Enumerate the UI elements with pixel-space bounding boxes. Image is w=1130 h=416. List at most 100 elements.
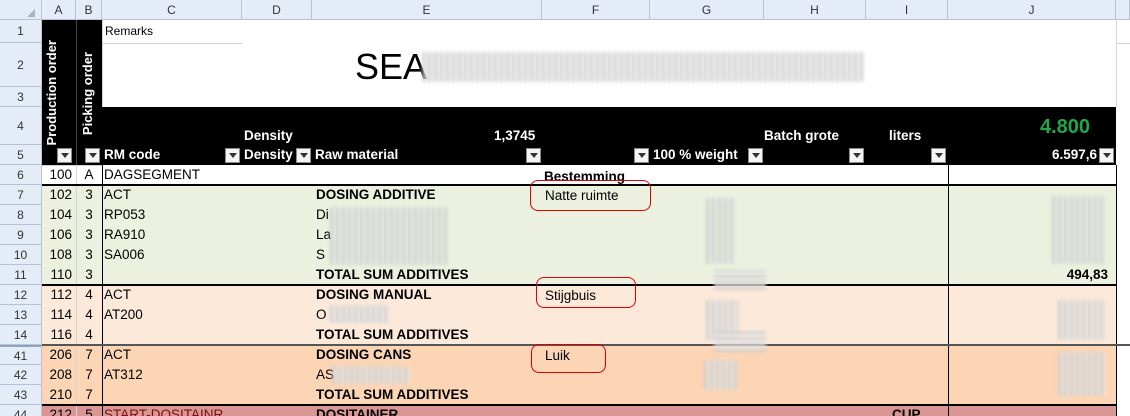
filter-dropdown-c[interactable] — [225, 148, 240, 163]
cell-production-order[interactable]: 116 — [42, 325, 72, 344]
row-header[interactable]: 13 — [0, 305, 42, 325]
row-header[interactable]: 44 — [0, 405, 42, 416]
filter-dropdown-e[interactable] — [526, 148, 541, 163]
cell-picking-order[interactable]: 7 — [76, 385, 102, 404]
cell-raw-material[interactable]: TOTAL SUM ADDITIVES — [316, 385, 469, 404]
cell-raw-material[interactable]: TOTAL SUM ADDITIVES — [316, 325, 469, 344]
cell-picking-order[interactable]: 3 — [76, 245, 102, 264]
filter-dropdown-d[interactable] — [296, 148, 311, 163]
row-header[interactable]: 8 — [0, 205, 42, 225]
cell-raw-material[interactable]: DOSING MANUAL — [316, 285, 432, 304]
cell-rm-code[interactable]: ACT — [104, 285, 131, 304]
liters-label: liters — [889, 128, 922, 143]
cell-picking-order[interactable]: 3 — [76, 225, 102, 244]
cell-production-order[interactable]: 106 — [42, 225, 72, 244]
row-header[interactable]: 12 — [0, 285, 42, 305]
cell-raw-material[interactable]: DOSITAINER — [316, 405, 398, 416]
row-header[interactable]: 41 — [0, 345, 42, 365]
redacted-weights — [706, 198, 736, 264]
cell-production-order[interactable]: 100 — [42, 165, 72, 184]
row-header[interactable]: 42 — [0, 365, 42, 385]
cell-picking-order[interactable]: 4 — [76, 325, 102, 344]
redacted-materials — [330, 305, 390, 323]
cell-production-order[interactable]: 208 — [42, 365, 72, 384]
annotation-highlight — [531, 344, 606, 373]
cell-production-order[interactable]: 110 — [42, 265, 72, 284]
cell-rm-code[interactable]: RP053 — [104, 205, 145, 224]
cell-production-order[interactable]: 102 — [42, 185, 72, 204]
cell-raw-material[interactable]: DOSING ADDITIVE — [316, 185, 436, 204]
annotation-highlight — [530, 180, 651, 211]
cell-picking-order[interactable]: 3 — [76, 265, 102, 284]
column-header-f[interactable]: F — [542, 0, 650, 20]
cell-production-order[interactable]: 114 — [42, 305, 72, 324]
batch-label: Batch grote — [764, 128, 840, 143]
cell-picking-order[interactable]: 7 — [76, 345, 102, 364]
cell-rm-code[interactable]: ACT — [104, 185, 131, 204]
cell-rm-code[interactable]: RA910 — [104, 225, 145, 244]
cell-raw-material[interactable]: O — [316, 305, 327, 324]
filter-sorted-dropdown-a[interactable] — [57, 148, 72, 163]
cell-raw-material[interactable]: S — [316, 245, 325, 264]
redacted-liters — [1058, 352, 1106, 396]
row-header[interactable]: 5 — [0, 145, 42, 165]
cell-rm-code[interactable]: AT312 — [104, 365, 143, 384]
cell-total-liters[interactable]: 494,83 — [948, 265, 1108, 284]
cell-picking-order[interactable]: 3 — [76, 205, 102, 224]
column-header-b[interactable]: B — [76, 0, 102, 20]
row-header[interactable]: 43 — [0, 385, 42, 405]
cell-picking-order[interactable]: 4 — [76, 285, 102, 304]
redacted-weights — [704, 360, 738, 390]
filter-dropdown-i[interactable] — [931, 148, 946, 163]
row-header[interactable]: 9 — [0, 225, 42, 245]
filter-dropdown-f[interactable] — [634, 148, 649, 163]
column-header-a[interactable]: A — [42, 0, 76, 20]
column-header-i[interactable]: I — [866, 0, 948, 20]
row-header[interactable]: 4 — [0, 107, 42, 145]
cell-picking-order[interactable]: A — [76, 165, 102, 184]
cell-raw-material[interactable]: TOTAL SUM ADDITIVES — [316, 265, 469, 284]
column-header-d[interactable]: D — [242, 0, 312, 20]
cell-picking-order[interactable]: 3 — [76, 185, 102, 204]
cell-raw-material[interactable]: La — [316, 225, 331, 244]
cell-raw-material[interactable]: Di — [316, 205, 329, 224]
cell-rm-code[interactable]: START-DOSITAINR — [104, 405, 223, 416]
cell-production-order[interactable]: 212 — [42, 405, 72, 416]
cell-production-order[interactable]: 206 — [42, 345, 72, 364]
redacted-title — [422, 52, 864, 82]
filter-dropdown-g[interactable] — [748, 148, 763, 163]
cell-picking-order[interactable]: 7 — [76, 365, 102, 384]
cell-picking-order[interactable]: 4 — [76, 305, 102, 324]
row-header[interactable]: 7 — [0, 185, 42, 205]
cell-rm-code[interactable]: AT200 — [104, 305, 143, 324]
column-header-k[interactable] — [1116, 0, 1130, 20]
column-header-j[interactable]: J — [948, 0, 1116, 20]
spreadsheet[interactable]: A B C D E F G H I J 1 2 3 4 5 6 7 8 9 10… — [0, 0, 1130, 416]
column-header-h[interactable]: H — [764, 0, 866, 20]
cell-production-order[interactable]: 108 — [42, 245, 72, 264]
row-header[interactable]: 11 — [0, 265, 42, 285]
filter-dropdown-h[interactable] — [849, 148, 864, 163]
row-header[interactable]: 3 — [0, 87, 42, 107]
column-header-e[interactable]: E — [312, 0, 542, 20]
production-order-label: Production order — [44, 40, 59, 146]
cell-production-order[interactable]: 104 — [42, 205, 72, 224]
row-header[interactable]: 2 — [0, 43, 42, 87]
cell-rm-code[interactable]: ACT — [104, 345, 131, 364]
select-all-corner[interactable] — [0, 0, 42, 20]
column-header-g[interactable]: G — [650, 0, 764, 20]
filter-dropdown-j[interactable] — [1099, 148, 1114, 163]
filter-dropdown-b[interactable] — [85, 148, 100, 163]
row-header[interactable]: 1 — [0, 20, 42, 43]
cell-raw-material[interactable]: DOSING CANS — [316, 345, 411, 364]
row-header[interactable]: 10 — [0, 245, 42, 265]
cell-unit[interactable]: CUP — [892, 405, 921, 416]
cell-rm-code[interactable]: DAGSEGMENT — [104, 165, 200, 184]
row-header[interactable]: 6 — [0, 165, 42, 185]
cell-picking-order[interactable]: 5 — [76, 405, 102, 416]
row-header[interactable]: 14 — [0, 325, 42, 345]
column-header-c[interactable]: C — [102, 0, 242, 20]
cell-production-order[interactable]: 112 — [42, 285, 72, 304]
cell-rm-code[interactable]: SA006 — [104, 245, 145, 264]
cell-production-order[interactable]: 210 — [42, 385, 72, 404]
